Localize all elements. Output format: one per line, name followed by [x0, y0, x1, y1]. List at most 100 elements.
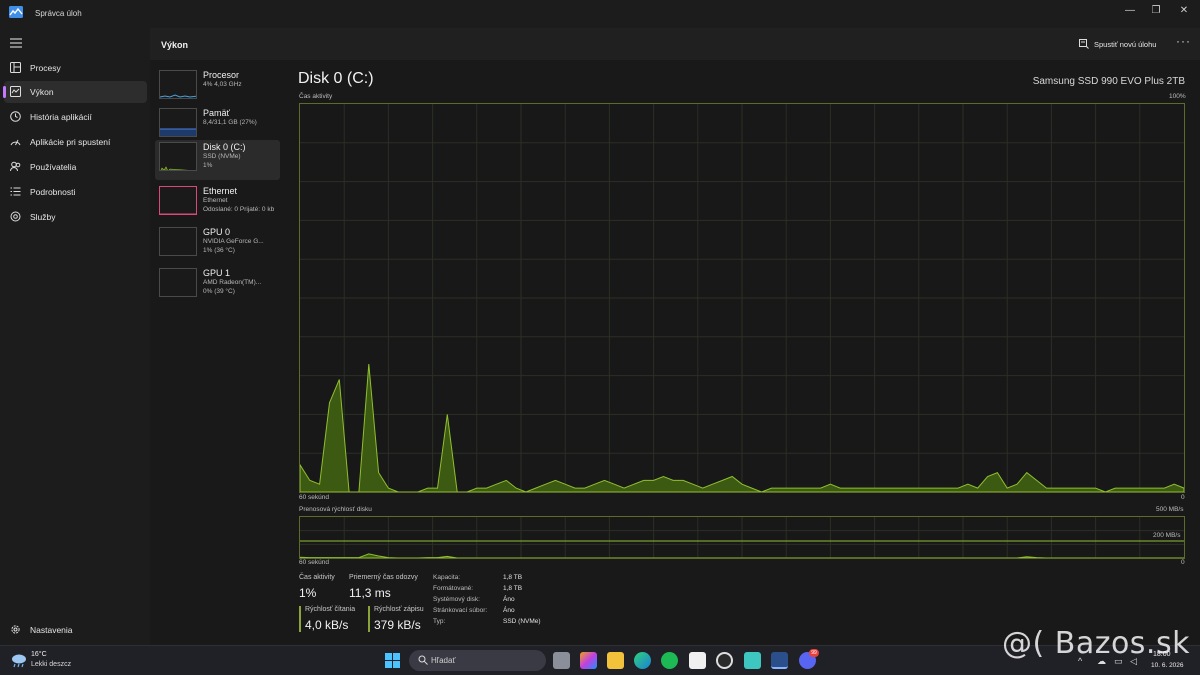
- perf-item-gpu1[interactable]: GPU 1 AMD Radeon(TM)... 0% (39 °C): [155, 266, 280, 306]
- activity-graph-max: 100%: [1169, 93, 1186, 100]
- performance-icon: [10, 86, 21, 97]
- write-indicator: [368, 606, 370, 632]
- prop-label: Typ:: [433, 618, 446, 625]
- weather-temperature: 16°C: [31, 651, 47, 658]
- gear-icon: [11, 625, 20, 634]
- spotify-icon[interactable]: [661, 652, 678, 669]
- microsoft-store-icon[interactable]: [689, 652, 706, 669]
- snipping-tool-icon[interactable]: [744, 652, 761, 669]
- disk-thumbnail: [159, 142, 197, 171]
- perf-item-name: GPU 0: [203, 227, 231, 237]
- window-title: Správca úloh: [35, 9, 82, 18]
- response-stat-value: 11,3 ms: [349, 586, 391, 600]
- sidebar-item-users[interactable]: Používatelia: [4, 156, 147, 178]
- more-options-button[interactable]: ···: [1176, 34, 1191, 48]
- obs-icon[interactable]: [716, 652, 733, 669]
- windows-start-icon[interactable]: [385, 653, 400, 668]
- prop-value: SSD (NVMe): [503, 618, 541, 625]
- sidebar-item-label: Procesy: [30, 63, 61, 73]
- search-icon: [418, 655, 428, 665]
- sidebar-item-services[interactable]: Služby: [4, 206, 147, 228]
- page-title: Výkon: [161, 40, 189, 50]
- prop-value: Áno: [503, 596, 515, 603]
- perf-item-detail: 8,4/31,1 GB (27%): [203, 119, 257, 126]
- sidebar-item-performance[interactable]: Výkon: [3, 81, 147, 103]
- transfer-graph-label: Prenosová rýchlosť disku: [299, 506, 372, 513]
- history-icon: [10, 111, 21, 122]
- disk-title: Disk 0 (C:): [298, 70, 374, 87]
- maximize-button[interactable]: ❐: [1142, 2, 1170, 20]
- write-stat-label: Rýchlosť zápisu: [374, 606, 424, 613]
- read-stat-label: Rýchlosť čítania: [305, 606, 356, 613]
- perf-item-detail: AMD Radeon(TM)...: [203, 279, 262, 286]
- disk-model: Samsung SSD 990 EVO Plus 2TB: [1032, 76, 1185, 87]
- activity-graph: [299, 103, 1185, 493]
- activity-graph-label: Čas aktivity: [299, 93, 333, 100]
- perf-item-cpu[interactable]: Procesor 4% 4,03 GHz: [155, 68, 280, 108]
- prop-label: Stránkovací súbor:: [433, 607, 488, 614]
- prop-value: Áno: [503, 607, 515, 614]
- perf-item-usage: 1% (36 °C): [203, 247, 235, 254]
- sidebar-item-label: Podrobnosti: [30, 187, 76, 197]
- gpu1-thumbnail: [159, 268, 197, 297]
- details-icon: [10, 187, 21, 196]
- perf-item-disk[interactable]: Disk 0 (C:) SSD (NVMe) 1%: [155, 140, 280, 180]
- sidebar-item-label: Používatelia: [30, 162, 77, 172]
- task-manager-taskbar-icon[interactable]: [771, 652, 788, 669]
- task-view-icon[interactable]: [553, 652, 570, 669]
- perf-item-detail: 4% 4,03 GHz: [203, 81, 242, 88]
- bazos-watermark: @( Bazos.sk: [1002, 626, 1190, 661]
- read-indicator: [299, 606, 301, 632]
- services-icon: [10, 211, 21, 222]
- sidebar-item-label: Nastavenia: [30, 625, 73, 635]
- perf-item-usage: Odoslané: 0 Prijaté: 0 kb: [203, 206, 275, 213]
- taskbar-search[interactable]: Hľadať: [409, 650, 546, 671]
- prop-label: Formátované:: [433, 585, 474, 592]
- sidebar-item-processes[interactable]: Procesy: [4, 57, 147, 79]
- activity-graph-svg: [299, 104, 1185, 493]
- active-indicator: [3, 86, 6, 98]
- weather-rain-icon[interactable]: [10, 652, 28, 668]
- transfer-mid-label: 200 MB/s: [1153, 532, 1181, 539]
- perf-item-gpu0[interactable]: GPU 0 NVIDIA GeForce G... 1% (36 °C): [155, 225, 280, 265]
- transfer-graph: 200 MB/s: [299, 516, 1185, 559]
- response-stat-label: Priemerný čas odozvy: [349, 574, 418, 581]
- edge-icon[interactable]: [634, 652, 651, 669]
- clock-date[interactable]: 10. 6. 2026: [1151, 662, 1184, 669]
- gpu0-thumbnail: [159, 227, 197, 256]
- activity-time-label: 60 sekúnd: [299, 494, 329, 501]
- perf-item-name: Procesor: [203, 70, 240, 80]
- sidebar-item-settings[interactable]: Nastavenia: [4, 619, 147, 641]
- sidebar-item-details[interactable]: Podrobnosti: [4, 181, 147, 203]
- processes-icon: [10, 62, 21, 73]
- minimize-button[interactable]: —: [1116, 2, 1144, 20]
- activity-zero-label: 0: [1181, 494, 1185, 501]
- sidebar-item-app-history[interactable]: História aplikácií: [4, 106, 147, 128]
- activity-stat-value: 1%: [299, 586, 317, 600]
- hamburger-menu-icon[interactable]: [10, 38, 22, 48]
- close-button[interactable]: ✕: [1170, 2, 1198, 20]
- transfer-graph-max: 500 MB/s: [1156, 506, 1184, 513]
- transfer-zero-label: 0: [1181, 559, 1185, 566]
- perf-item-ethernet[interactable]: Ethernet Ethernet Odoslané: 0 Prijaté: 0…: [155, 184, 280, 224]
- prop-label: Kapacita:: [433, 574, 461, 581]
- transfer-graph-svg: [299, 517, 1184, 559]
- run-new-task-label: Spustiť novú úlohu: [1094, 40, 1157, 49]
- perf-item-usage: 1%: [203, 162, 213, 169]
- perf-item-usage: 0% (39 °C): [203, 288, 235, 295]
- discord-badge: 99: [809, 649, 819, 657]
- file-explorer-icon[interactable]: [607, 652, 624, 669]
- sidebar-item-startup-apps[interactable]: Aplikácie pri spustení: [4, 131, 147, 153]
- perf-item-detail: Ethernet: [203, 197, 228, 204]
- read-stat-value: 4,0 kB/s: [305, 618, 349, 632]
- perf-item-name: Ethernet: [203, 186, 238, 196]
- title-bar: Správca úloh — ❐ ✕: [0, 0, 1200, 28]
- transfer-time-label: 60 sekúnd: [299, 559, 329, 566]
- performance-content: Procesor 4% 4,03 GHz Pamäť 8,4/31,1 GB (…: [150, 60, 1200, 645]
- ethernet-thumbnail: [159, 186, 197, 215]
- write-stat-value: 379 kB/s: [374, 618, 421, 632]
- task-manager-icon: [9, 6, 23, 18]
- copilot-icon[interactable]: [580, 652, 597, 669]
- weather-description: Lekki deszcz: [31, 661, 72, 668]
- prop-value: 1,8 TB: [503, 585, 523, 592]
